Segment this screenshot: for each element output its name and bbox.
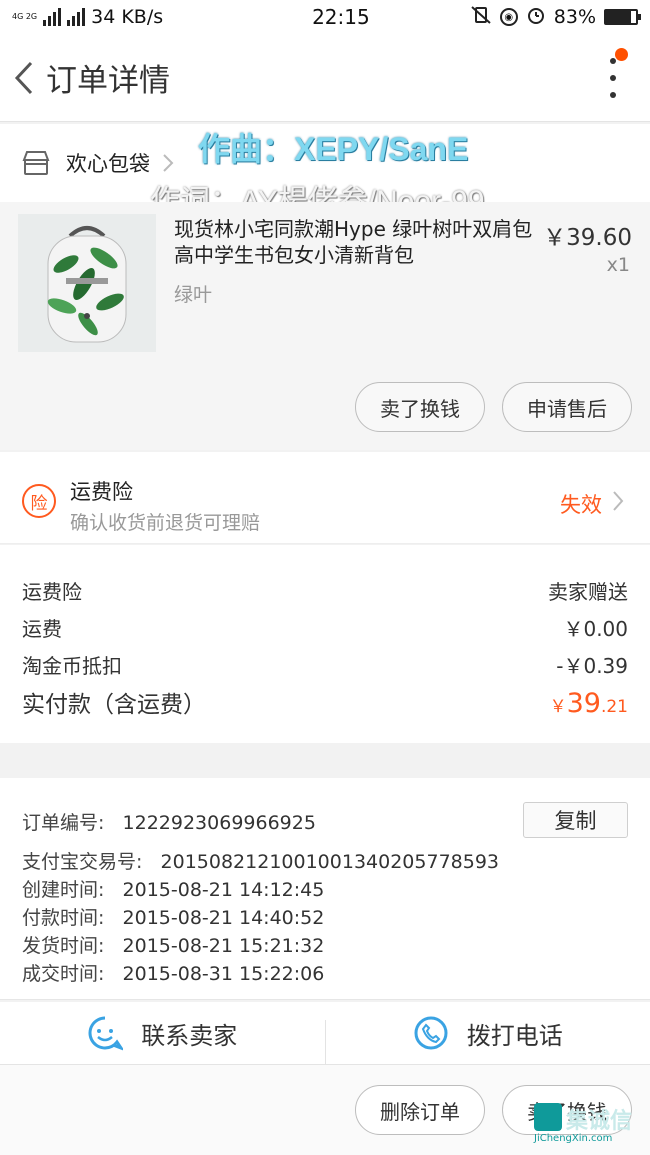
fee-row: 淘金币抵扣 -￥0.39 xyxy=(22,650,628,679)
fee-row: 运费险 卖家赠送 xyxy=(22,576,628,605)
notification-dot xyxy=(615,48,628,61)
battery-percent: 83% xyxy=(553,6,596,28)
order-number-row: 订单编号: 1222923069966925 xyxy=(22,812,316,834)
network-type: 4G 2G xyxy=(12,12,38,21)
fee-label: 运费险 xyxy=(22,580,82,604)
contact-seller-label: 联系卖家 xyxy=(141,1021,238,1050)
phone-icon xyxy=(414,1016,448,1050)
call-phone-label: 拨打电话 xyxy=(466,1021,563,1050)
total-row: 实付款（含运费） ￥39.21 xyxy=(22,685,628,719)
paid-time-row: 付款时间: 2015-08-21 14:40:52 xyxy=(22,907,325,929)
fee-value: -￥0.39 xyxy=(556,654,628,678)
nav-bar: 订单详情 xyxy=(0,34,650,122)
fee-value: ￥0.00 xyxy=(563,617,628,641)
delete-order-button[interactable]: 删除订单 xyxy=(355,1085,485,1135)
total-label: 实付款（含运费） xyxy=(22,692,206,718)
back-button[interactable] xyxy=(4,48,44,108)
insurance-status: 失效 xyxy=(560,493,602,517)
chevron-right-icon xyxy=(613,491,624,511)
product-title: 现货林小宅同款潮Hype 绿叶树叶双肩包高中学生书包女小清新背包 xyxy=(174,217,533,267)
copy-order-number-button[interactable]: 复制 xyxy=(523,802,628,838)
chevron-left-icon xyxy=(14,61,33,94)
watermark-icon xyxy=(534,1103,562,1131)
clock: 22:15 xyxy=(312,5,370,29)
store-icon xyxy=(22,151,50,175)
battery-icon xyxy=(604,9,641,25)
fee-summary: 运费险 卖家赠送 运费 ￥0.00 淘金币抵扣 -￥0.39 实付款（含运费） … xyxy=(0,545,650,743)
watermark-logo: 集诚信 JiChengXin.com xyxy=(534,1103,644,1149)
after-sale-button[interactable]: 申请售后 xyxy=(502,382,632,432)
lock-rotation-icon: ◉ xyxy=(499,8,518,26)
product-price: ￥39.60 xyxy=(543,225,632,251)
product-sku: 绿叶 xyxy=(174,284,213,306)
shop-name: 欢心包袋 xyxy=(66,152,150,176)
order-item[interactable]: 现货林小宅同款潮Hype 绿叶树叶双肩包高中学生书包女小清新背包 绿叶 ￥39.… xyxy=(0,202,650,450)
network-speed: 34 KB/s xyxy=(91,6,164,28)
sell-item-button[interactable]: 卖了换钱 xyxy=(355,382,485,432)
signal-icon-2 xyxy=(67,8,86,26)
shipping-insurance-row[interactable]: 险 运费险 确认收货前退货可理赔 失效 xyxy=(0,452,650,544)
watermark-brand: 集诚信 xyxy=(566,1109,633,1134)
fee-value: 卖家赠送 xyxy=(548,580,628,604)
chat-bubble-icon xyxy=(88,1016,124,1051)
insurance-title: 运费险 xyxy=(70,480,133,504)
alarm-icon xyxy=(526,5,546,30)
product-image[interactable] xyxy=(18,214,156,352)
shipped-time-row: 发货时间: 2015-08-21 15:21:32 xyxy=(22,935,325,957)
order-info: 订单编号: 1222923069966925 复制 支付宝交易号: 201508… xyxy=(0,778,650,1000)
vibrate-icon xyxy=(470,5,492,30)
insurance-icon: 险 xyxy=(22,484,56,518)
bottom-action-bar: 删除订单 卖了换钱 集诚信 JiChengXin.com xyxy=(0,1064,650,1155)
insurance-subtitle: 确认收货前退货可理赔 xyxy=(70,512,261,534)
fee-label: 淘金币抵扣 xyxy=(22,654,122,678)
page-title: 订单详情 xyxy=(46,63,170,99)
chevron-right-icon xyxy=(163,154,174,172)
fee-label: 运费 xyxy=(22,617,62,641)
product-quantity: x1 xyxy=(606,254,630,276)
credit-composer: 作曲：XEPY/SanE xyxy=(198,131,469,167)
completed-time-row: 成交时间: 2015-08-31 15:22:06 xyxy=(22,963,325,985)
fee-row: 运费 ￥0.00 xyxy=(22,613,628,642)
contact-bar: 联系卖家 拨打电话 xyxy=(0,1002,650,1064)
created-time-row: 创建时间: 2015-08-21 14:12:45 xyxy=(22,879,325,901)
call-phone-button[interactable]: 拨打电话 xyxy=(326,1002,650,1064)
more-menu-button[interactable] xyxy=(606,58,620,98)
total-amount: ￥39.21 xyxy=(549,688,628,719)
watermark-url: JiChengXin.com xyxy=(534,1133,613,1144)
status-bar: 4G 2G 34 KB/s 22:15 ◉ 83% xyxy=(0,0,650,34)
signal-icon xyxy=(43,8,62,26)
contact-seller-button[interactable]: 联系卖家 xyxy=(0,1002,325,1064)
alipay-trade-row: 支付宝交易号: 2015082121001001340205778593 xyxy=(22,851,500,873)
